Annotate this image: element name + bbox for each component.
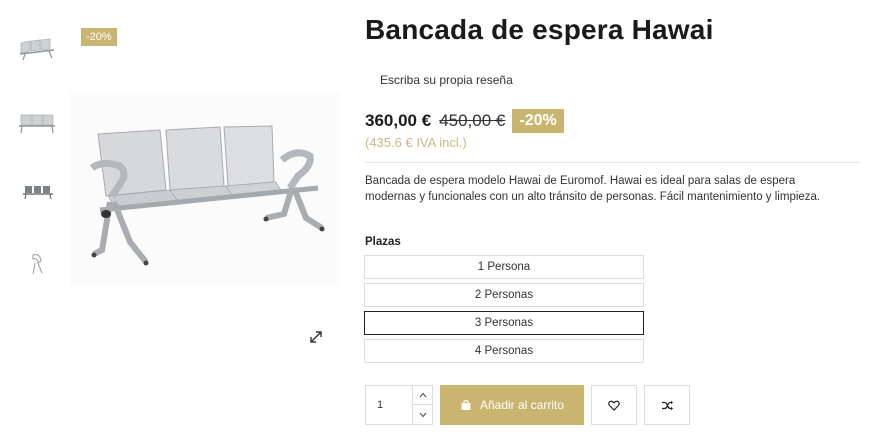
- bench-side-icon: [23, 186, 53, 200]
- option-2-personas[interactable]: 2 Personas: [364, 283, 644, 307]
- heart-icon: [608, 400, 620, 411]
- write-review-link[interactable]: Escriba su propia reseña: [380, 73, 513, 87]
- bench-3-seat-angle-icon: [19, 38, 55, 61]
- shuffle-icon: [661, 400, 673, 410]
- expand-icon[interactable]: [309, 330, 323, 344]
- chevron-down-icon: [419, 412, 426, 417]
- bench-front-icon: [19, 114, 55, 134]
- thumbnail-1[interactable]: [14, 28, 60, 68]
- bench-arm-detail-icon: [32, 254, 43, 275]
- wishlist-button[interactable]: [591, 385, 637, 425]
- price-row: 360,00 € 450,00 € -20%: [365, 109, 564, 133]
- product-description: Bancada de espera modelo Hawai de Euromo…: [365, 175, 821, 203]
- price-old: 450,00 €: [439, 111, 506, 130]
- price-current: 360,00 €: [365, 111, 432, 130]
- quantity-decrease-button[interactable]: [412, 405, 432, 424]
- thumbnail-2[interactable]: [14, 102, 60, 142]
- thumbnail-3[interactable]: [14, 170, 60, 210]
- quantity-increase-button[interactable]: [412, 386, 432, 405]
- thumbnail-4[interactable]: [14, 244, 60, 284]
- option-4-personas[interactable]: 4 Personas: [364, 339, 644, 363]
- quantity-input[interactable]: 1: [377, 386, 383, 424]
- option-label: Plazas: [365, 236, 401, 248]
- product-title: Bancada de espera Hawai: [365, 14, 714, 45]
- shopping-bag-icon: [461, 399, 471, 410]
- price-tax-included: (435.6 € IVA incl.): [365, 135, 467, 150]
- quantity-stepper[interactable]: 1: [365, 385, 433, 425]
- compare-button[interactable]: [644, 385, 690, 425]
- add-to-cart-button[interactable]: Añadir al carrito: [440, 385, 584, 425]
- option-1-persona[interactable]: 1 Persona: [364, 255, 644, 279]
- divider: [365, 162, 861, 163]
- discount-badge: -20%: [81, 28, 117, 46]
- price-discount-badge: -20%: [512, 109, 564, 133]
- option-3-personas[interactable]: 3 Personas: [364, 311, 644, 335]
- main-product-image[interactable]: [70, 92, 340, 287]
- chevron-up-icon: [419, 392, 426, 398]
- add-to-cart-label: Añadir al carrito: [479, 398, 565, 412]
- bench-image: [89, 125, 325, 266]
